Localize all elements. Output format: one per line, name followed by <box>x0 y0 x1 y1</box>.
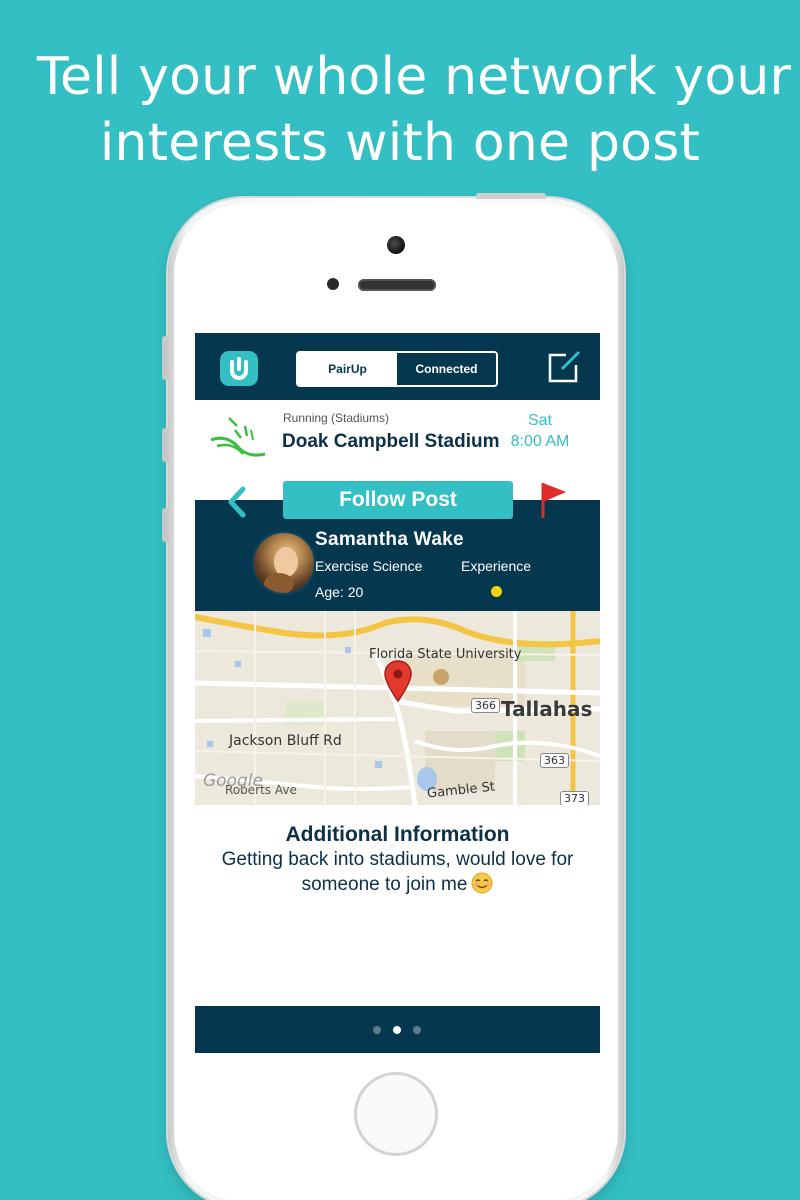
route-shield-363: 363 <box>540 753 569 768</box>
flag-icon[interactable] <box>538 480 568 520</box>
power-button <box>476 193 546 199</box>
running-icon <box>210 417 266 457</box>
front-camera <box>387 236 405 254</box>
volume-down-button <box>162 508 168 542</box>
route-shield-366: 366 <box>471 698 500 713</box>
additional-info-title: Additional Information <box>285 823 510 846</box>
map-label-city: Tallahas <box>501 697 593 721</box>
follow-post-button[interactable]: Follow Post <box>283 481 513 519</box>
promo-headline: Tell your whole network your interests w… <box>0 44 800 176</box>
avatar[interactable] <box>252 531 316 595</box>
page-dot[interactable] <box>413 1026 421 1034</box>
top-navbar: PairUp Connected <box>195 333 600 400</box>
user-major: Exercise Science <box>315 558 423 574</box>
activity-location: Doak Campbell Stadium <box>282 431 500 452</box>
earpiece-speaker <box>358 279 436 291</box>
headline-line-2: interests with one post <box>99 113 701 173</box>
activity-category: Running (Stadiums) <box>283 411 390 425</box>
segment-pairup[interactable]: PairUp <box>298 353 397 385</box>
map-provider-logo: Google <box>203 771 263 791</box>
location-map[interactable]: Florida State University Tallahas Jackso… <box>195 611 600 805</box>
activity-time: 8:00 AM <box>510 433 570 450</box>
page-dot[interactable] <box>373 1026 381 1034</box>
route-shield-373: 373 <box>560 791 589 805</box>
map-label-jackson-bluff: Jackson Bluff Rd <box>229 733 342 749</box>
map-pin-icon[interactable] <box>383 659 413 703</box>
activity-day: Sat <box>527 412 552 429</box>
smiley-emoji-icon <box>471 872 493 894</box>
bottom-bar <box>195 1006 600 1053</box>
segment-connected[interactable]: Connected <box>397 353 496 385</box>
experience-indicator <box>491 586 502 597</box>
pairup-connected-toggle: PairUp Connected <box>296 351 498 387</box>
compose-icon[interactable] <box>546 349 582 385</box>
home-button[interactable] <box>354 1072 438 1156</box>
app-screen: PairUp Connected Running (Stadiums) Doak… <box>195 333 600 1053</box>
mute-switch <box>162 336 168 380</box>
user-name: Samantha Wake <box>315 529 464 550</box>
app-logo-icon[interactable] <box>220 351 258 386</box>
headline-line-1: Tell your whole network your <box>36 47 792 107</box>
back-chevron-icon[interactable] <box>225 483 249 521</box>
volume-up-button <box>162 428 168 462</box>
experience-label: Experience <box>461 558 532 574</box>
additional-info-text: Getting back into stadiums, would love f… <box>221 849 574 895</box>
proximity-sensor <box>327 278 339 290</box>
user-age: Age: 20 <box>315 584 364 600</box>
additional-info-body: Getting back into stadiums, would love f… <box>195 847 600 897</box>
activity-row[interactable]: Running (Stadiums) Doak Campbell Stadium… <box>195 400 600 485</box>
page-dot[interactable] <box>393 1026 401 1034</box>
